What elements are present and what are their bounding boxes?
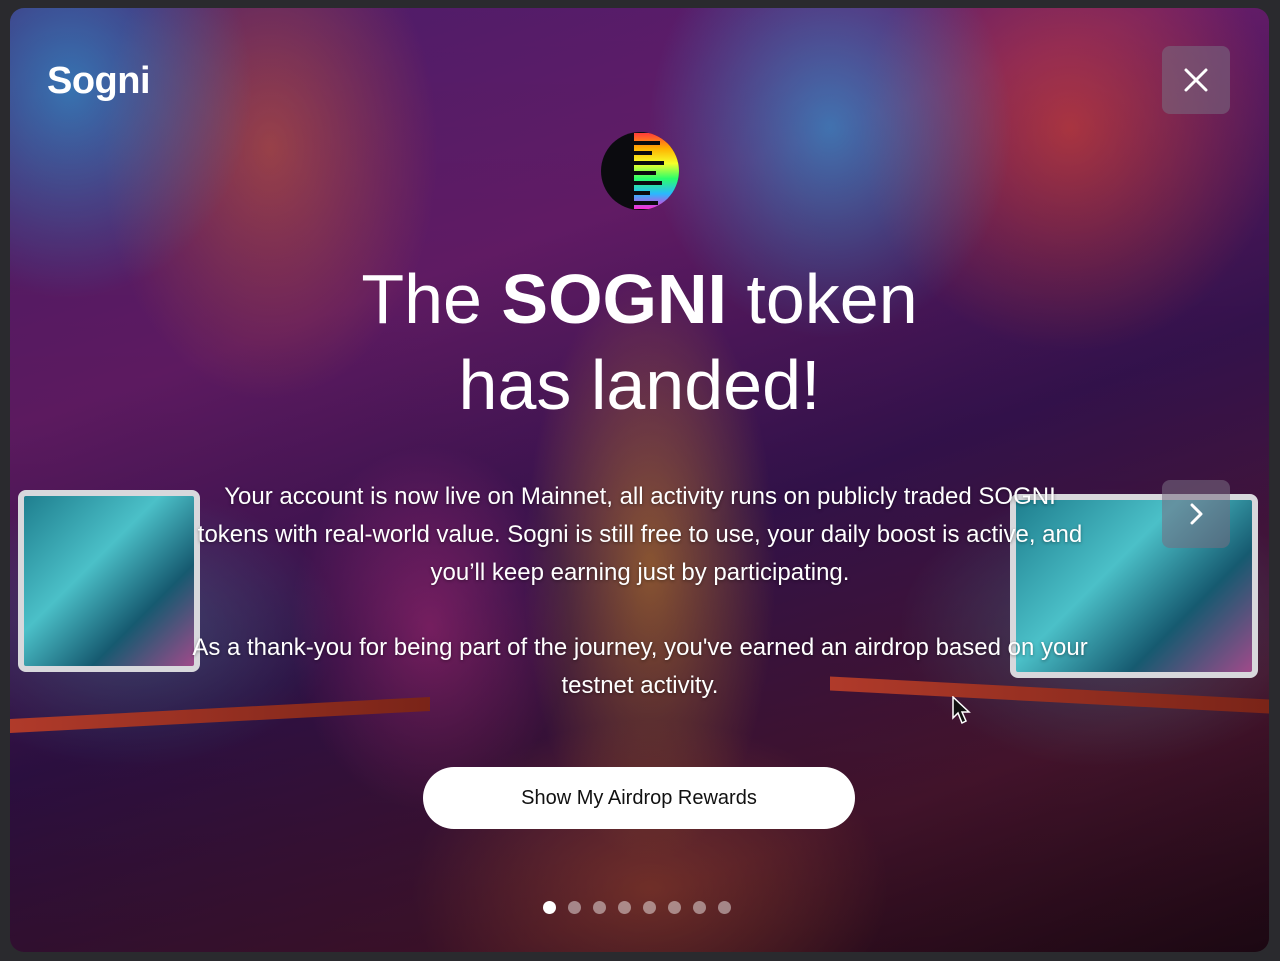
pagination-dot[interactable] bbox=[668, 901, 681, 914]
close-icon bbox=[1184, 68, 1208, 92]
pagination-dot[interactable] bbox=[593, 901, 606, 914]
chevron-right-icon bbox=[1190, 503, 1203, 525]
next-slide-button[interactable] bbox=[1162, 480, 1230, 548]
pagination-dot[interactable] bbox=[618, 901, 631, 914]
pagination-dot[interactable] bbox=[693, 901, 706, 914]
pagination-dot[interactable] bbox=[643, 901, 656, 914]
show-airdrop-rewards-button[interactable]: Show My Airdrop Rewards bbox=[423, 767, 855, 829]
modal-content: Sogni The SOGNI token has landed! Your a… bbox=[10, 8, 1269, 952]
headline: The SOGNI token has landed! bbox=[10, 256, 1269, 428]
body-paragraph-airdrop: As a thank-you for being part of the jou… bbox=[192, 634, 1088, 699]
body-paragraph-mainnet: Your account is now live on Mainnet, all… bbox=[197, 483, 1083, 586]
mouse-pointer-icon bbox=[952, 696, 971, 725]
headline-line1-suffix: token bbox=[726, 260, 918, 338]
sogni-logo: Sogni bbox=[47, 60, 151, 102]
headline-line2: has landed! bbox=[458, 346, 821, 424]
announcement-modal: Sogni The SOGNI token has landed! Your a… bbox=[10, 8, 1269, 952]
headline-token-name: SOGNI bbox=[501, 260, 727, 338]
sogni-token-icon bbox=[601, 132, 679, 210]
slide-pagination bbox=[543, 901, 731, 914]
pagination-dot[interactable] bbox=[568, 901, 581, 914]
pagination-dot[interactable] bbox=[718, 901, 731, 914]
headline-line1-prefix: The bbox=[361, 260, 502, 338]
close-button[interactable] bbox=[1162, 46, 1230, 114]
pagination-dot[interactable] bbox=[543, 901, 556, 914]
